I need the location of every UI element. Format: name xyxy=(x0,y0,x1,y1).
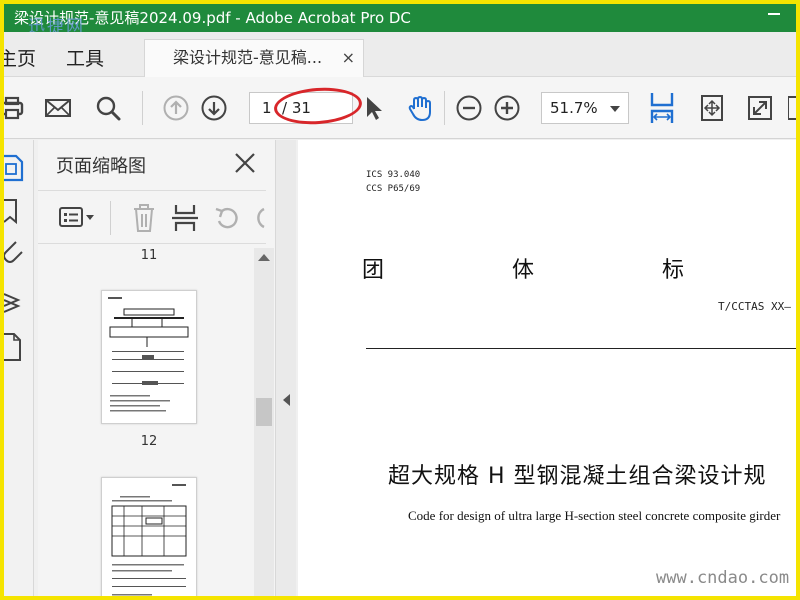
delete-icon[interactable] xyxy=(132,203,156,233)
close-tab-icon[interactable]: × xyxy=(342,40,355,76)
close-icon[interactable] xyxy=(234,152,256,174)
bookmark-icon[interactable] xyxy=(4,196,26,226)
zoom-select[interactable]: 51.7% xyxy=(541,92,629,124)
document-tab[interactable]: 梁设计规范-意见稿... × xyxy=(144,39,364,77)
layers-icon[interactable] xyxy=(4,288,26,318)
menu-tools[interactable]: 工具 xyxy=(66,44,104,71)
classification-codes: ICS 93.040 CCS P65/69 xyxy=(366,168,420,196)
standard-type-char: 标 xyxy=(662,258,685,283)
ics-code: ICS 93.040 xyxy=(366,170,421,180)
scroll-up-icon[interactable] xyxy=(258,254,270,261)
thumbnail-page[interactable] xyxy=(101,290,197,424)
attachment-icon[interactable] xyxy=(4,236,26,266)
thumbnails-title: 页面缩略图 xyxy=(56,156,146,177)
zoom-value: 51.7% xyxy=(550,99,598,117)
collapse-panel-icon[interactable] xyxy=(283,394,290,406)
navigation-rail xyxy=(4,140,34,596)
standard-code: T/CCTAS XX— xyxy=(718,300,791,313)
document-title-en: Code for design of ultra large H-section… xyxy=(408,508,781,523)
header-rule xyxy=(366,348,796,349)
thumbnail-page[interactable] xyxy=(101,477,197,596)
document-view[interactable]: ICS 93.040 CCS P65/69 团 体 标 T/CCTAS XX— … xyxy=(298,140,796,596)
document-icon[interactable] xyxy=(4,332,26,362)
menu-home[interactable]: 主页 xyxy=(4,44,36,71)
thumbnail-options-icon[interactable] xyxy=(58,205,98,231)
hand-tool-icon[interactable] xyxy=(406,94,434,122)
fit-width-icon[interactable] xyxy=(648,91,676,125)
app-window: 梁设计规范-意见稿2024.09.pdf - Adobe Acrobat Pro… xyxy=(0,0,800,600)
search-icon[interactable] xyxy=(94,94,122,122)
rotate-left-icon[interactable] xyxy=(214,205,242,231)
document-title-cn: 超大规格 H 型钢混凝土组合梁设计规 xyxy=(388,464,767,489)
standard-type-char: 体 xyxy=(512,258,535,283)
select-cursor-icon[interactable] xyxy=(360,94,388,122)
tab-row: 主页 工具 梁设计规范-意见稿... × xyxy=(4,32,796,77)
title-bar: 梁设计规范-意见稿2024.09.pdf - Adobe Acrobat Pro… xyxy=(4,4,796,32)
scroll-thumb[interactable] xyxy=(256,398,272,426)
extract-pages-icon[interactable] xyxy=(172,203,198,233)
ccs-code: CCS P65/69 xyxy=(366,184,421,194)
panel-splitter[interactable] xyxy=(276,140,296,596)
zoom-out-icon[interactable] xyxy=(455,94,483,122)
thumbnail-preview xyxy=(111,484,187,596)
toolbar-separator xyxy=(444,91,445,125)
print-icon[interactable] xyxy=(0,94,26,122)
fullscreen-icon[interactable] xyxy=(746,94,774,122)
thumbnail-preview xyxy=(108,297,189,412)
thumbnails-scrollbar[interactable] xyxy=(254,248,274,596)
toolbar-separator xyxy=(142,91,143,125)
rotate-right-icon[interactable] xyxy=(252,205,266,231)
page-thumbnails-icon[interactable] xyxy=(4,154,26,184)
thumbnail-page-number: 12 xyxy=(140,434,158,449)
toolbar-separator xyxy=(110,201,111,235)
minimize-icon[interactable] xyxy=(768,13,780,15)
chevron-down-icon[interactable] xyxy=(610,106,620,112)
scroll-mode-icon[interactable] xyxy=(698,94,726,122)
mail-icon[interactable] xyxy=(44,94,72,122)
prev-page-icon[interactable] xyxy=(162,94,190,122)
more-tools-icon[interactable] xyxy=(788,94,800,122)
next-page-icon[interactable] xyxy=(200,94,228,122)
watermark-bottom: www.cndao.com xyxy=(656,568,790,588)
standard-type-char: 团 xyxy=(362,258,385,283)
zoom-in-icon[interactable] xyxy=(493,94,521,122)
document-tab-label: 梁设计规范-意见稿... xyxy=(173,48,323,67)
thumbnails-toolbar xyxy=(38,190,266,244)
thumbnails-panel: 页面缩略图 11 12 xyxy=(38,140,276,596)
thumbnail-page-number: 11 xyxy=(140,248,158,263)
toolbar: 1/ 31 51.7% xyxy=(4,77,796,139)
